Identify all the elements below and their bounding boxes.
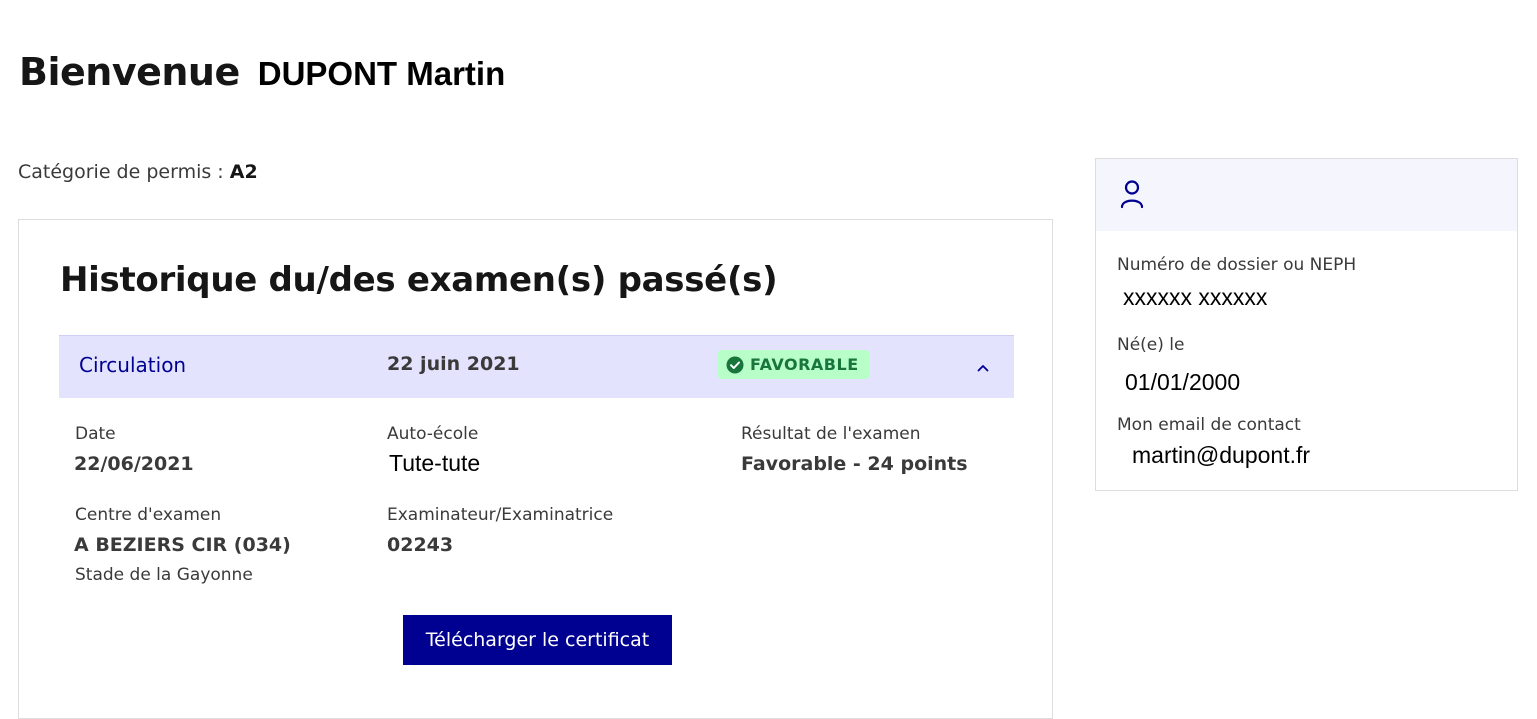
status-badge-label: FAVORABLE (750, 355, 859, 374)
exam-result-value: Favorable - 24 points (741, 453, 968, 475)
file-number-label: Numéro de dossier ou NEPH (1117, 255, 1357, 275)
profile-card-header (1096, 159, 1517, 231)
welcome-label: Bienvenue (19, 50, 240, 94)
exam-date-label: Date (75, 424, 116, 444)
profile-card: Numéro de dossier ou NEPH xxxxxx xxxxxx … (1095, 158, 1518, 491)
exam-date: 22 juin 2021 (387, 353, 520, 375)
page-title: Bienvenue DUPONT Martin (19, 50, 505, 94)
exam-center-value: A BEZIERS CIR (034) (74, 534, 291, 556)
examiner-value: 02243 (387, 534, 454, 556)
chevron-up-icon[interactable] (973, 358, 993, 378)
license-category: Catégorie de permis : A2 (18, 161, 258, 183)
status-badge: FAVORABLE (718, 350, 869, 379)
exam-accordion-header[interactable]: Circulation 22 juin 2021 FAVORABLE (59, 335, 1014, 398)
license-category-value: A2 (229, 161, 258, 183)
exam-result-label: Résultat de l'examen (741, 424, 921, 444)
birth-date-label: Né(e) le (1117, 335, 1185, 355)
email-value: martin@dupont.fr (1132, 442, 1311, 468)
exam-history-card: Historique du/des examen(s) passé(s) Cir… (18, 219, 1053, 719)
file-number-value: xxxxxx xxxxxx (1123, 284, 1268, 310)
driving-school-value: Tute-tute (389, 450, 481, 476)
user-icon (1120, 180, 1144, 209)
exam-date-value: 22/06/2021 (74, 453, 194, 475)
license-category-label: Catégorie de permis : (18, 161, 230, 183)
email-label: Mon email de contact (1117, 415, 1301, 435)
check-circle-icon (726, 356, 744, 373)
driving-school-label: Auto-école (387, 424, 479, 444)
exam-history-title: Historique du/des examen(s) passé(s) (60, 260, 778, 300)
birth-date-value: 01/01/2000 (1125, 369, 1241, 395)
user-name: DUPONT Martin (257, 55, 506, 92)
exam-type: Circulation (79, 353, 187, 377)
exam-center-address: Stade de la Gayonne (75, 565, 253, 585)
exam-center-label: Centre d'examen (75, 505, 222, 525)
examiner-label: Examinateur/Examinatrice (387, 505, 614, 525)
download-certificate-button[interactable]: Télécharger le certificat (403, 615, 672, 665)
